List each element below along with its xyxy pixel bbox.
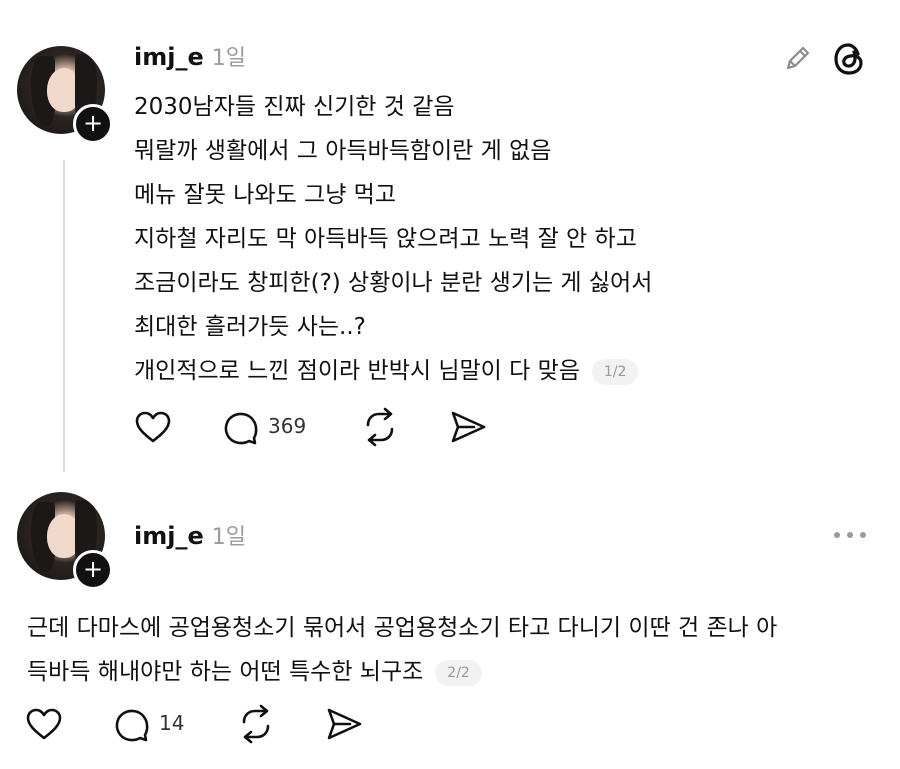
post-text-line: 최대한 흘러가듯 사는..? [134,314,366,340]
username[interactable]: imj_e [134,43,204,71]
post-text-line-last: 개인적으로 느낀 점이라 반박시 님말이 다 맞음 1/2 [134,351,639,385]
post-text-line: 뭐랄까 생활에서 그 아득바득함이란 게 없음 [134,138,552,164]
page-indicator-badge: 1/2 [591,358,639,385]
share-icon[interactable] [324,707,364,741]
post-header: imj_e 1일 [134,519,246,551]
post-text-line-last: 득바득 해내야만 하는 어떤 특수한 뇌구조 2/2 [27,652,482,686]
page-indicator-badge: 2/2 [435,659,482,686]
repost-icon[interactable] [236,704,276,744]
heart-icon[interactable] [25,707,63,741]
repost-icon[interactable] [360,407,400,447]
more-icon[interactable] [832,528,868,542]
threads-logo-icon[interactable] [830,40,868,78]
post-text: 개인적으로 느낀 점이라 반박시 님말이 다 맞음 [134,358,580,384]
post-text-line: 지하철 자리도 막 아득바득 앉으려고 노력 잘 안 하고 [134,226,637,252]
comment-icon[interactable] [222,409,260,447]
comment-icon[interactable] [113,706,151,744]
post-text-line: 조금이라도 창피한(?) 상황이나 분란 생기는 게 싫어서 [134,270,653,296]
post-text-line: 2030남자들 진짜 신기한 것 같음 [134,94,455,120]
post-text: 득바득 해내야만 하는 어떤 특수한 뇌구조 [27,659,424,685]
post-text-line: 근데 다마스에 공업용청소기 묶어서 공업용청소기 타고 다니기 이딴 건 존나… [27,615,778,641]
follow-plus-button[interactable]: + [73,550,113,590]
reply-count: 369 [268,414,307,438]
post-time: 1일 [211,46,246,71]
post-time: 1일 [211,525,246,550]
share-icon[interactable] [448,410,488,444]
post-text-line: 메뉴 잘못 나와도 그냥 먹고 [134,182,397,208]
reply-count: 14 [159,711,185,735]
thread-connector-line [63,160,65,472]
heart-icon[interactable] [134,410,172,444]
post-header: imj_e 1일 [134,40,246,72]
username[interactable]: imj_e [134,522,204,550]
edit-icon[interactable] [782,42,814,74]
follow-plus-button[interactable]: + [73,104,113,144]
